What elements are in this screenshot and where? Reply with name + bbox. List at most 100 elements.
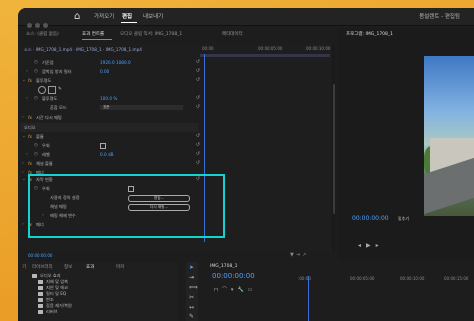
chevron-down-icon[interactable]: ⌄: [22, 78, 26, 83]
sequence-tab[interactable]: IMG_1708_1: [210, 264, 238, 269]
stopwatch-icon[interactable]: ◷: [34, 152, 38, 157]
pen-icon[interactable]: ✎: [189, 313, 194, 320]
chevron-right-icon[interactable]: ›: [22, 170, 24, 175]
tab-source[interactable]: 소스: (클립 없음): [26, 31, 59, 37]
anti-flicker-value[interactable]: 0.00: [100, 69, 109, 74]
stopwatch-icon[interactable]: ◷: [34, 96, 38, 101]
folder-icon: [38, 304, 43, 308]
fx-icon[interactable]: fx: [28, 115, 32, 120]
reset-icon[interactable]: ↺: [196, 133, 200, 139]
row-opacity-fx[interactable]: ⌄ fx 불투명도 ↺: [20, 76, 200, 85]
tab-metadata[interactable]: 메타데이터: [222, 31, 243, 37]
chevron-right-icon[interactable]: ›: [22, 115, 24, 120]
reset-icon[interactable]: ↺: [196, 95, 200, 101]
section-audio: 오디오: [20, 123, 198, 132]
row-mask-shapes: ✎: [20, 85, 198, 94]
step-forward-icon[interactable]: ▸: [376, 242, 384, 249]
chevron-right-icon[interactable]: ›: [22, 222, 24, 227]
home-icon[interactable]: ⌂: [74, 11, 80, 22]
track-select-icon[interactable]: ⇥: [189, 274, 194, 281]
chevron-right-icon[interactable]: ›: [26, 152, 28, 157]
sequence-timecode[interactable]: 00:00:00:00: [212, 272, 255, 280]
row-anchor: ◷ 기준점 1920.0 1080.0 ↺: [20, 58, 200, 67]
folder-icon: [38, 310, 43, 314]
razor-icon[interactable]: ✂: [189, 294, 194, 301]
row-label: 깜박임 방지 필터: [42, 69, 72, 74]
effect-timecode[interactable]: 00:00:00:00: [28, 253, 52, 258]
row-volume-fx[interactable]: ⌄ fx 볼륨 ↺: [20, 132, 200, 141]
chevron-right-icon[interactable]: ›: [26, 96, 28, 101]
rectangle-mask-icon[interactable]: [48, 86, 56, 94]
slip-icon[interactable]: ↔: [189, 304, 194, 311]
pen-mask-icon[interactable]: ✎: [58, 87, 62, 92]
ellipse-mask-icon[interactable]: [38, 86, 46, 94]
stopwatch-icon[interactable]: ◷: [34, 143, 38, 148]
tab-effect-controls[interactable]: 효과 컨트롤: [82, 31, 104, 37]
tab-effects[interactable]: 효과: [86, 264, 94, 270]
reset-icon[interactable]: ↺: [196, 77, 200, 83]
folder-icon: [38, 286, 43, 290]
stopwatch-icon[interactable]: ◷: [34, 69, 38, 74]
ripple-edit-icon[interactable]: ⟺: [189, 284, 198, 291]
project-item[interactable]: 리버브: [46, 309, 58, 315]
reset-icon[interactable]: ↺: [196, 151, 200, 157]
fit-select[interactable]: 맞추기: [398, 216, 409, 222]
chevron-down-icon[interactable]: ⌄: [22, 177, 26, 182]
program-monitor-title[interactable]: 프로그램: IMG_1708_1: [346, 31, 393, 37]
step-back-icon[interactable]: ◂: [358, 242, 366, 249]
program-timecode[interactable]: 00:00:00:00: [352, 215, 389, 222]
folder-icon: [32, 274, 37, 278]
scrollbar-thumb[interactable]: [332, 84, 335, 214]
row-label: 기준점: [42, 60, 54, 65]
tab-project[interactable]: 기: [22, 264, 26, 270]
row-time-remap[interactable]: › fx 시간 다시 매핑: [20, 113, 198, 122]
menu-export[interactable]: 내보내기: [143, 12, 163, 20]
project-panel: 기 라이브러리 정보 효과 마커 오디오 효과 지배 및 압축 지연 및 에코 …: [20, 262, 178, 321]
effect-footer: 00:00:00:00 ▼⇥↗: [20, 252, 332, 260]
chevron-right-icon[interactable]: ›: [26, 69, 28, 74]
row-label: 채널 볼륨: [36, 161, 53, 166]
stopwatch-icon[interactable]: ◷: [34, 60, 38, 65]
menu-import[interactable]: 가져오기: [94, 12, 114, 20]
wrench-icon[interactable]: 🔧: [237, 287, 247, 293]
effect-scrollbar[interactable]: [332, 44, 335, 252]
opacity-value[interactable]: 100.0 %: [100, 96, 117, 101]
tab-audio-clip-mixer[interactable]: 오디오 클립 믹서: IMG_1708_1: [120, 31, 182, 37]
tab-markers[interactable]: 마커: [116, 264, 124, 270]
level-value[interactable]: 0.0 dB: [100, 152, 114, 157]
reset-icon[interactable]: ↺: [196, 104, 200, 110]
chevron-right-icon[interactable]: ›: [22, 161, 24, 166]
row-label: 불투명도: [36, 78, 52, 83]
fx-icon[interactable]: fx: [28, 78, 32, 83]
menu-edit[interactable]: 편집: [122, 12, 132, 20]
export-icon[interactable]: ↗: [302, 252, 308, 258]
anchor-value[interactable]: 1920.0 1080.0: [100, 60, 131, 65]
ruler-tick: 00:00:15:00: [444, 276, 469, 281]
selection-tool-icon[interactable]: ➤: [189, 264, 194, 271]
mini-timeline-clip[interactable]: [200, 54, 330, 57]
play-icon[interactable]: ▶: [366, 242, 376, 249]
reset-icon[interactable]: ↺: [196, 160, 200, 166]
tab-info[interactable]: 정보: [64, 264, 72, 270]
reset-icon[interactable]: ↺: [196, 142, 200, 148]
tools-panel: ➤ ⇥ ⟺ ✂ ↔ ✎: [186, 262, 198, 321]
row-channel-volume[interactable]: › fx 채널 볼륨 ↺: [20, 159, 200, 168]
fx-icon[interactable]: fx: [28, 134, 32, 139]
tab-libraries[interactable]: 라이브러리: [32, 264, 53, 270]
folder-icon: [38, 280, 43, 284]
reset-icon[interactable]: ↺: [196, 68, 200, 74]
transport-controls: ◂▶▸: [358, 242, 384, 249]
sequence-playhead[interactable]: [308, 276, 309, 321]
reset-icon[interactable]: ↺: [196, 59, 200, 65]
section-label: 오디오: [24, 125, 36, 130]
video-frame: [424, 56, 474, 216]
active-tab-underline: [82, 39, 112, 40]
chevron-down-icon[interactable]: ⌄: [22, 134, 26, 139]
linked-icon[interactable]: ⌒: [222, 287, 231, 293]
premiere-window: ⌂ 가져오기 편집 내보내기 몸설렌트 - 편집됨 소스: (클립 없음) 효과…: [18, 8, 474, 321]
bypass-checkbox[interactable]: [100, 143, 106, 149]
blend-mode-select[interactable]: 표준: [100, 104, 183, 110]
captions-icon[interactable]: ▭: [248, 287, 257, 293]
snap-icon[interactable]: ⊓: [214, 287, 222, 293]
fx-icon[interactable]: fx: [28, 161, 32, 166]
